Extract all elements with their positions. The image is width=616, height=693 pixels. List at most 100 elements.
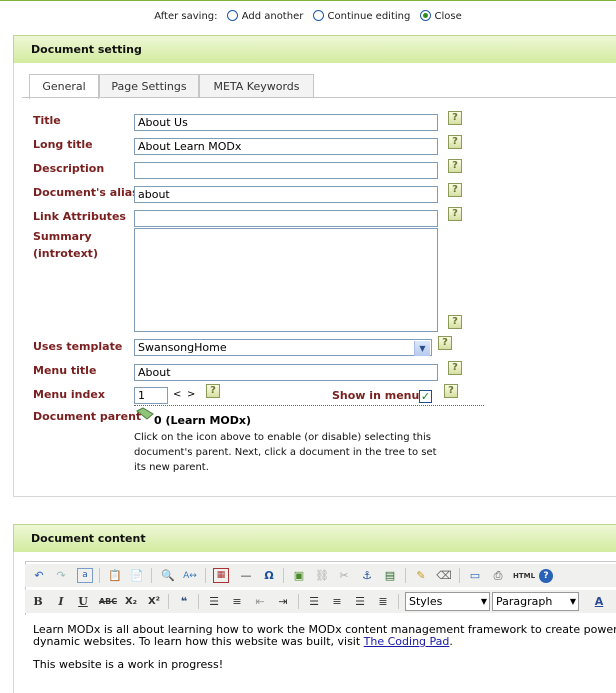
show-in-menu-help-icon[interactable]: ?: [444, 384, 458, 398]
bold-button[interactable]: B: [31, 593, 45, 611]
close-radio[interactable]: [419, 10, 431, 21]
tab-meta-keywords[interactable]: META Keywords: [199, 74, 314, 98]
editor-content[interactable]: Learn MODx is all about learning how to …: [25, 615, 616, 693]
format-select-value: Paragraph: [496, 595, 553, 608]
menu-index-increase[interactable]: >: [187, 389, 195, 400]
content-paragraph-1-end: .: [449, 635, 453, 648]
long-title-input[interactable]: About Learn MODx: [134, 138, 438, 155]
document-setting-header: Document setting: [13, 35, 616, 63]
editor-toolbar-row-1: ↶ ↷ a 📋 📄 🔍 A↔ ▦ — Ω ▣ ⛓ ✂ ⚓ ▤ ✎ ⌫ ▭ ⎙ H…: [25, 564, 616, 587]
long-title-label: Long title: [33, 138, 93, 151]
coding-pad-link[interactable]: The Coding Pad: [364, 635, 450, 648]
numbered-list-icon[interactable]: ≡: [229, 593, 245, 611]
styles-select[interactable]: Styles ▼: [405, 592, 490, 611]
styles-select-value: Styles: [409, 595, 443, 608]
link-icon[interactable]: ⛓: [314, 567, 330, 585]
alias-label: Document's alias: [33, 186, 139, 199]
format-select[interactable]: Paragraph ▼: [492, 592, 579, 611]
menu-index-label: Menu index: [33, 388, 105, 401]
continue-editing-radio[interactable]: [312, 10, 324, 21]
alias-help-icon[interactable]: ?: [448, 183, 462, 197]
show-in-menu-label: Show in menu: [332, 389, 420, 402]
add-another-label[interactable]: Add another: [242, 11, 304, 22]
document-parent-description: Click on the icon above to enable (or di…: [134, 432, 437, 473]
menu-index-input[interactable]: 1: [134, 387, 168, 404]
continue-editing-label[interactable]: Continue editing: [328, 11, 411, 22]
title-help-icon[interactable]: ?: [448, 111, 462, 125]
html-source-icon[interactable]: HTML: [513, 567, 535, 585]
chevron-down-icon[interactable]: ▼: [414, 341, 430, 356]
remove-format-icon[interactable]: ⌫: [436, 567, 452, 585]
content-paragraph-1-line-2: dynamic websites. To learn how this webs…: [33, 635, 364, 648]
underline-button[interactable]: U: [76, 593, 90, 611]
summary-textarea[interactable]: [134, 228, 438, 332]
summary-label: Summary: [33, 230, 92, 243]
menu-index-decrease[interactable]: <: [173, 389, 181, 400]
description-help-icon[interactable]: ?: [448, 159, 462, 173]
chevron-down-icon[interactable]: ▼: [481, 593, 487, 610]
long-title-help-icon[interactable]: ?: [448, 135, 462, 149]
cleanup-icon[interactable]: ✎: [413, 567, 429, 585]
align-right-icon[interactable]: ☰: [352, 593, 368, 611]
subscript-button[interactable]: X₂: [123, 593, 139, 611]
help-icon[interactable]: ?: [539, 569, 553, 583]
tab-divider: [22, 97, 616, 98]
tab-page-settings[interactable]: Page Settings: [99, 74, 199, 98]
show-in-menu-checkbox[interactable]: ✓: [419, 390, 432, 403]
paste-icon[interactable]: 📋: [107, 567, 123, 585]
special-char-icon[interactable]: Ω: [261, 567, 277, 585]
tab-general[interactable]: General: [29, 74, 99, 99]
replace-icon[interactable]: A↔: [181, 567, 199, 585]
title-input[interactable]: About Us: [134, 114, 438, 131]
paste-word-icon[interactable]: 📄: [129, 567, 145, 585]
menu-title-help-icon[interactable]: ?: [448, 361, 462, 375]
link-attributes-help-icon[interactable]: ?: [448, 207, 462, 221]
italic-button[interactable]: I: [54, 593, 68, 611]
document-parent-label: Document parent: [33, 410, 142, 423]
menu-title-input[interactable]: About: [134, 364, 438, 381]
link-attributes-label: Link Attributes: [33, 210, 126, 223]
indent-icon[interactable]: ⇥: [275, 593, 291, 611]
summary-help-icon[interactable]: ?: [448, 315, 462, 329]
description-input[interactable]: [134, 162, 438, 179]
anchor-icon[interactable]: ⚓: [359, 567, 375, 585]
menu-index-help-icon[interactable]: ?: [206, 384, 220, 398]
image-icon[interactable]: ▣: [291, 567, 307, 585]
redo-icon[interactable]: ↷: [53, 567, 69, 585]
add-another-radio[interactable]: [226, 10, 238, 21]
find-icon[interactable]: 🔍: [159, 567, 177, 585]
template-select-value: SwansongHome: [138, 341, 227, 354]
font-color-icon[interactable]: A: [589, 593, 609, 611]
template-help-icon[interactable]: ?: [438, 336, 452, 350]
close-label[interactable]: Close: [435, 11, 462, 22]
align-justify-icon[interactable]: ≣: [375, 593, 391, 611]
summary-label-sub: (introtext): [33, 247, 98, 260]
divider: [134, 405, 484, 406]
horizontal-rule-icon[interactable]: —: [236, 567, 256, 585]
template-label: Uses template: [33, 340, 123, 353]
media-icon[interactable]: ▤: [382, 567, 398, 585]
chevron-down-icon[interactable]: ▼: [570, 593, 576, 610]
fullscreen-icon[interactable]: ▭: [467, 567, 483, 585]
select-all-icon[interactable]: a: [77, 568, 93, 583]
align-center-icon[interactable]: ≡: [329, 593, 345, 611]
folder-icon[interactable]: [136, 406, 154, 422]
alias-input[interactable]: about: [134, 186, 438, 203]
document-content-header: Document content: [13, 524, 616, 552]
title-label: Title: [33, 114, 61, 127]
blockquote-icon[interactable]: ❝: [176, 593, 192, 611]
unlink-icon[interactable]: ✂: [336, 567, 352, 585]
outdent-icon[interactable]: ⇤: [252, 593, 268, 611]
editor-toolbar-row-2: B I U ABC X₂ X² ❝ ☰ ≡ ⇤ ⇥ ☰ ≡ ☰ ≣ Styles…: [25, 590, 616, 613]
superscript-button[interactable]: X²: [146, 593, 162, 611]
undo-icon[interactable]: ↶: [31, 567, 47, 585]
content-paragraph-2: This website is a work in progress!: [33, 658, 224, 671]
description-label: Description: [33, 162, 105, 175]
align-left-icon[interactable]: ☰: [306, 593, 322, 611]
table-icon[interactable]: ▦: [213, 568, 229, 583]
print-icon[interactable]: ⎙: [490, 567, 506, 585]
link-attributes-input[interactable]: [134, 210, 438, 227]
template-select[interactable]: SwansongHome ▼: [134, 339, 432, 356]
strikethrough-button[interactable]: ABC: [98, 593, 118, 611]
bullet-list-icon[interactable]: ☰: [206, 593, 222, 611]
